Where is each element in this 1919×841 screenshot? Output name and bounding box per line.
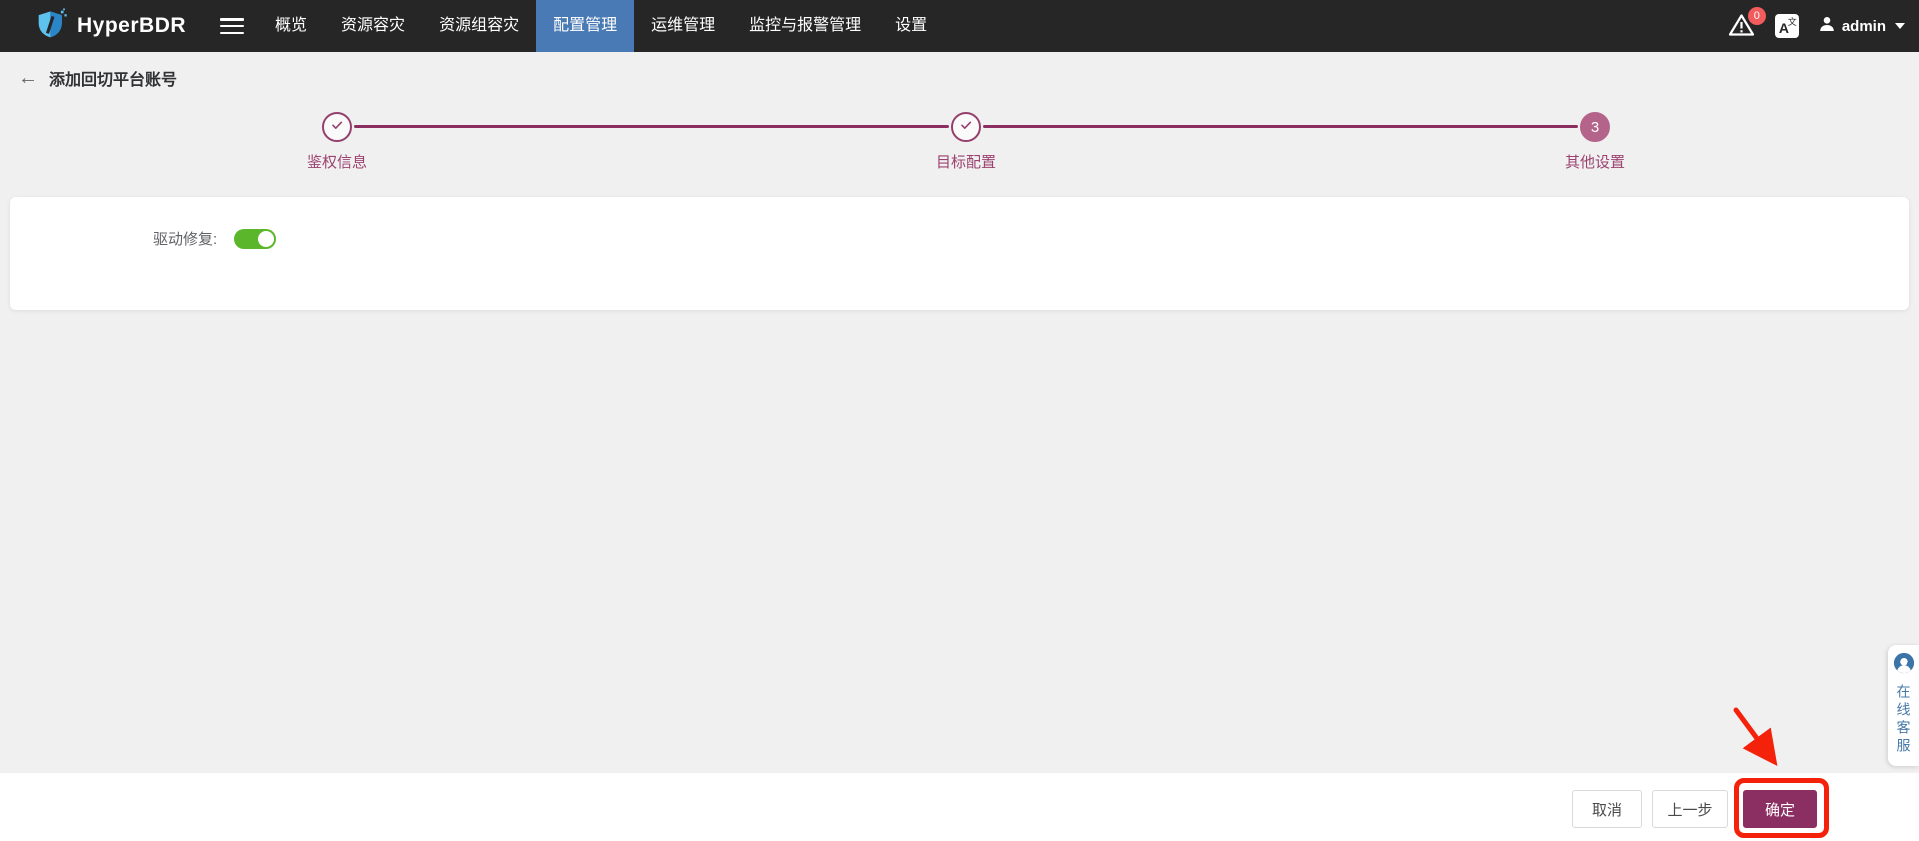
navbar-right-group: 0 A 文 admin (1728, 7, 1905, 41)
annotation-arrow (1718, 698, 1790, 779)
step-authentication[interactable]: 鉴权信息 (307, 112, 367, 172)
brand-logo-icon (36, 7, 68, 46)
page-header: ← 添加回切平台账号 (18, 66, 177, 90)
app-screen: HyperBDR 概览 资源容灾 资源组容灾 配置管理 运维管理 监控与报警管理… (0, 0, 1919, 841)
stepper-connector (983, 125, 1578, 128)
cancel-button[interactable]: 取消 (1572, 790, 1642, 828)
page-title: 添加回切平台账号 (49, 72, 178, 89)
notification-alert-button[interactable]: 0 (1728, 7, 1766, 41)
check-icon (958, 117, 974, 138)
alert-triangle-icon (1728, 14, 1755, 41)
step3-label: 其他设置 (1564, 154, 1626, 171)
nav-item-resource-group-dr[interactable]: 资源组容灾 (422, 0, 536, 52)
online-support-label: 在线客服 (1895, 684, 1912, 756)
main-nav: 概览 资源容灾 资源组容灾 配置管理 运维管理 监控与报警管理 设置 (258, 0, 944, 52)
nav-item-resource-dr[interactable]: 资源容灾 (324, 0, 422, 52)
step1-circle (321, 112, 352, 142)
top-navbar: HyperBDR 概览 资源容灾 资源组容灾 配置管理 运维管理 监控与报警管理… (0, 0, 1919, 52)
language-icon-cjk: 文 (1787, 17, 1797, 27)
chevron-down-icon (1895, 23, 1905, 29)
nav-item-monitoring-alarm[interactable]: 监控与报警管理 (732, 0, 878, 52)
step2-circle (950, 112, 981, 142)
step1-label: 鉴权信息 (306, 154, 368, 171)
step3-circle: 3 (1579, 112, 1610, 142)
nav-item-ops-management[interactable]: 运维管理 (634, 0, 732, 52)
nav-item-settings[interactable]: 设置 (878, 0, 944, 52)
notification-badge: 0 (1747, 7, 1766, 25)
language-switch-button[interactable]: A 文 (1774, 14, 1799, 38)
brand: HyperBDR (36, 7, 186, 46)
nav-item-overview[interactable]: 概览 (258, 0, 324, 52)
online-support-tab[interactable]: 在线客服 (1888, 645, 1919, 766)
nav-item-config-management[interactable]: 配置管理 (536, 0, 635, 52)
driver-repair-row: 驱动修复: (153, 228, 1909, 249)
check-icon (329, 117, 345, 138)
hamburger-menu-icon[interactable] (220, 18, 245, 34)
username: admin (1841, 17, 1886, 35)
brand-name: HyperBDR (77, 14, 187, 37)
settings-card: 驱动修复: (10, 197, 1909, 310)
step-other-settings[interactable]: 3 其他设置 (1565, 112, 1625, 172)
footer-bar: 取消 上一步 确定 (0, 773, 1919, 841)
confirm-button[interactable]: 确定 (1743, 790, 1817, 828)
user-icon (1818, 15, 1836, 38)
back-button[interactable]: ← (18, 68, 38, 88)
previous-step-button[interactable]: 上一步 (1652, 790, 1728, 828)
headset-icon (1893, 652, 1915, 679)
stepper-connector (354, 125, 949, 128)
step-target-config[interactable]: 目标配置 (936, 112, 996, 172)
toggle-knob (258, 230, 275, 247)
driver-repair-toggle[interactable] (234, 228, 277, 249)
driver-repair-label: 驱动修复: (153, 231, 218, 248)
user-menu[interactable]: admin (1818, 15, 1905, 38)
step2-label: 目标配置 (935, 154, 997, 171)
